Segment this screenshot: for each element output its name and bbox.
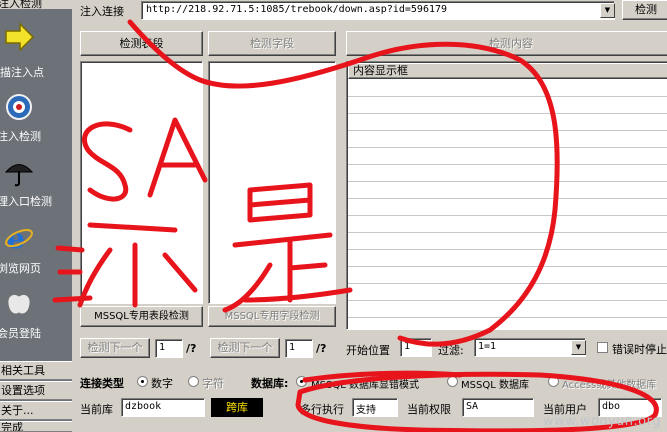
error-stop-label: 错误时停止: [612, 343, 667, 356]
url-label: 注入连接: [80, 5, 124, 18]
grid-row-line: [348, 266, 667, 267]
grid-row-line: [348, 96, 667, 97]
content-header: 内容显示框: [348, 63, 667, 79]
grid-row-line: [348, 232, 667, 233]
url-input[interactable]: http://218.92.71.5:1085/trebook/down.asp…: [141, 1, 615, 20]
multi-exec-value[interactable]: 支持: [352, 398, 398, 417]
sidebar-title: 注入检测: [0, 0, 72, 9]
cross-db-button[interactable]: 跨库: [211, 398, 263, 417]
db-mssql-error-label: MSSQL 数据库显错模式: [311, 380, 419, 391]
next-table-total: /?: [186, 342, 197, 355]
current-db-label: 当前库: [80, 403, 113, 416]
conn-type-number-label: 数字: [151, 377, 173, 390]
current-permission-value[interactable]: SA: [462, 398, 534, 417]
conn-type-string-radio[interactable]: [188, 376, 199, 387]
sidebar-item-inject[interactable]: 注入检测: [0, 92, 72, 152]
filter-label: 过滤:: [438, 344, 464, 357]
sidebar-item-admin[interactable]: 理入口检测: [0, 157, 72, 217]
sidebar-settings-button[interactable]: 设置选项: [0, 381, 72, 400]
next-field-button[interactable]: 检测下一个: [210, 338, 280, 358]
next-field-total: /?: [316, 342, 327, 355]
watermark: www.wooyun.org: [542, 414, 661, 429]
detect-button[interactable]: 检测: [622, 0, 667, 20]
grid-row-line: [348, 130, 667, 131]
db-type-label: 数据库:: [251, 377, 289, 390]
grid-row-line: [348, 113, 667, 114]
arrow-right-icon: [5, 22, 34, 52]
grid-row-line: [348, 283, 667, 284]
sidebar-item-login[interactable]: 会员登陆: [0, 287, 72, 347]
target-icon: [6, 94, 32, 120]
db-mssql-label: MSSQL 数据库: [461, 380, 529, 391]
db-access-label: Access或其他数据库: [562, 380, 657, 391]
next-table-button[interactable]: 检测下一个: [80, 338, 150, 358]
grid-row-line: [348, 300, 667, 301]
detect-fields-button[interactable]: 检测字段: [208, 31, 336, 56]
sidebar-item-label: 会员登陆: [0, 327, 41, 340]
umbrella-icon: [4, 164, 34, 187]
content-grid[interactable]: [346, 61, 667, 330]
conn-type-label: 连接类型: [80, 377, 124, 390]
multi-exec-label: 多行执行: [300, 403, 344, 416]
current-permission-label: 当前权限: [407, 403, 451, 416]
fields-list[interactable]: [208, 61, 336, 304]
url-dropdown-button[interactable]: ▼: [600, 3, 615, 18]
sidebar-tools-button[interactable]: 相关工具: [0, 361, 72, 380]
db-access-radio[interactable]: [548, 376, 559, 387]
apple-icon: [7, 288, 31, 315]
detect-content-button[interactable]: 检测内容: [346, 31, 667, 56]
grid-row-line: [348, 215, 667, 216]
current-db-value[interactable]: dzbook: [121, 398, 205, 417]
mssql-tables-button[interactable]: MSSQL专用表段检测: [80, 306, 203, 327]
sidebar-item-label: 注入检测: [0, 130, 41, 143]
error-stop-checkbox[interactable]: [597, 342, 608, 353]
db-mssql-error-radio[interactable]: [296, 376, 307, 387]
filter-select[interactable]: 1=1: [474, 338, 586, 357]
mssql-fields-button[interactable]: MSSQL专用字段检测: [208, 306, 336, 327]
grid-row-line: [348, 317, 667, 318]
grid-row-line: [348, 181, 667, 182]
filter-dropdown-button[interactable]: ▼: [571, 340, 586, 355]
db-mssql-radio[interactable]: [447, 376, 458, 387]
sidebar-item-label: 描注入点: [0, 66, 44, 79]
sidebar-about-button[interactable]: 关于...: [0, 401, 72, 420]
start-position-label: 开始位置: [346, 344, 390, 357]
next-table-index[interactable]: 1: [155, 339, 183, 358]
sidebar-item-label: 理入口检测: [0, 195, 52, 208]
conn-type-number-radio[interactable]: [137, 376, 148, 387]
start-position-input[interactable]: 1: [400, 338, 432, 357]
next-field-index[interactable]: 1: [285, 339, 313, 358]
conn-type-string-label: 字符: [202, 377, 224, 390]
grid-row-line: [348, 147, 667, 148]
status-footer: 完成: [0, 421, 72, 432]
grid-row-line: [348, 198, 667, 199]
sidebar-item-label: 浏览网页: [0, 262, 41, 275]
grid-row-line: [348, 249, 667, 250]
sidebar-item-scan[interactable]: 描注入点: [0, 22, 72, 82]
ie-browser-icon: e: [5, 222, 33, 252]
sidebar-item-browse[interactable]: e 浏览网页: [0, 222, 72, 282]
detect-tables-button[interactable]: 检测表段: [80, 31, 203, 56]
grid-row-line: [348, 164, 667, 165]
tables-list[interactable]: [80, 61, 203, 304]
